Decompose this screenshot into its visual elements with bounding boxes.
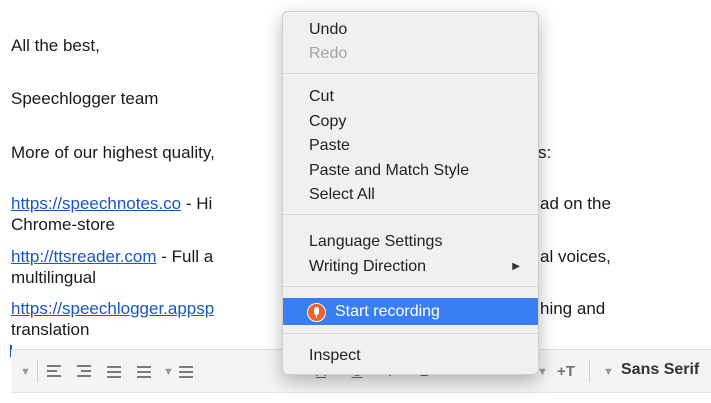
text-size-icon[interactable]: +T: [553, 363, 579, 381]
menu-item-language-settings[interactable]: Language Settings: [283, 230, 538, 254]
menu-item-inspect[interactable]: Inspect: [283, 344, 538, 368]
menu-item-copy[interactable]: Copy: [283, 110, 538, 134]
speechnotes-line: https://speechnotes.co - Hi: [11, 193, 212, 214]
menu-separator: [283, 286, 538, 287]
menu-item-label: Start recording: [335, 303, 440, 320]
more-products-line-right: s:: [538, 143, 552, 162]
speechnotes-desc-right: ad on the: [540, 194, 611, 213]
bullet-list-icon[interactable]: [137, 363, 155, 381]
menu-item-writing-direction[interactable]: Writing Direction ▶: [283, 255, 538, 279]
ttsreader-link[interactable]: http://ttsreader.com: [11, 247, 157, 266]
numbered-list-icon[interactable]: [107, 363, 125, 381]
submenu-arrow-icon: ▶: [512, 261, 520, 272]
menu-item-select-all[interactable]: Select All: [283, 183, 538, 207]
menu-item-label: Copy: [309, 113, 347, 130]
speechnotes-link[interactable]: https://speechnotes.co: [11, 194, 181, 213]
menu-item-label: Redo: [309, 45, 348, 62]
speechlogger-desc-right: hing and: [540, 299, 606, 318]
menu-item-paste-match-style[interactable]: Paste and Match Style: [283, 159, 538, 183]
chevron-down-icon[interactable]: ▼: [603, 363, 614, 381]
microphone-icon: [307, 303, 326, 322]
menu-item-cut[interactable]: Cut: [283, 85, 538, 109]
font-family-select[interactable]: Sans Serif: [621, 361, 699, 379]
speechnotes-desc: - Hi: [181, 194, 213, 213]
ttsreader-line-2: multilingual: [11, 268, 97, 287]
menu-item-start-recording[interactable]: Start recording: [283, 298, 538, 325]
ttsreader-desc: - Full a: [156, 247, 214, 266]
chevron-down-icon[interactable]: ▼: [163, 363, 174, 381]
menu-separator: [283, 333, 538, 334]
menu-item-label: Cut: [309, 88, 334, 105]
menu-item-label: Inspect: [309, 347, 361, 364]
align-right-icon[interactable]: [77, 363, 95, 381]
menu-item-label: Paste and Match Style: [309, 162, 470, 179]
align-left-icon[interactable]: [47, 363, 65, 381]
signature-line: Speechlogger team: [11, 89, 159, 108]
speechlogger-link[interactable]: https://speechlogger.appsp: [11, 299, 214, 318]
toolbar-divider: [37, 360, 38, 382]
ttsreader-line: http://ttsreader.com - Full a: [11, 246, 213, 267]
menu-item-paste[interactable]: Paste: [283, 134, 538, 158]
menu-separator: [283, 214, 538, 215]
menu-item-label: Undo: [309, 21, 348, 38]
menu-item-label: Paste: [309, 137, 350, 154]
ttsreader-desc-right: al voices,: [540, 247, 611, 266]
menu-item-redo[interactable]: Redo: [283, 42, 538, 66]
align-justify-icon[interactable]: [179, 363, 197, 381]
chevron-down-icon[interactable]: ▼: [20, 363, 31, 381]
toolbar-divider: [589, 360, 590, 382]
menu-item-label: Language Settings: [309, 233, 443, 250]
menu-item-undo[interactable]: Undo: [283, 18, 538, 42]
speechlogger-line: https://speechlogger.appsp: [11, 298, 214, 319]
speechnotes-line-2: Chrome-store: [11, 215, 115, 234]
more-products-line-left: More of our highest quality,: [11, 143, 215, 162]
context-menu: Undo Redo Cut Copy Paste Paste and Match…: [282, 11, 539, 375]
menu-separator: [283, 73, 538, 74]
speechlogger-line-2: translation: [11, 320, 90, 339]
menu-item-label: Writing Direction: [309, 258, 427, 275]
menu-item-label: Select All: [309, 186, 375, 203]
closing-line: All the best,: [11, 36, 100, 55]
